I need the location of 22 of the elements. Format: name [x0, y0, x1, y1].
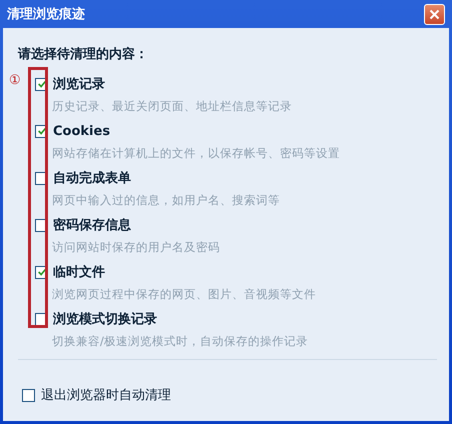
close-icon [429, 8, 440, 20]
close-button[interactable] [424, 4, 445, 24]
option-description: 浏览网页过程中保存的网页、图片、音视频等文件 [52, 287, 316, 302]
option-label: 密码保存信息 [53, 216, 131, 234]
checkbox[interactable] [22, 388, 35, 402]
option-description: 网页中输入过的信息，如用户名、搜索词等 [52, 193, 280, 208]
checkmark-icon [36, 79, 46, 89]
annotation-number: ① [9, 73, 21, 88]
option-description: 切换兼容/极速浏览模式时，自动保存的操作记录 [52, 334, 308, 349]
option-description: 访问网站时保存的用户名及密码 [52, 240, 220, 255]
option-label: Cookies [53, 124, 110, 138]
checkmark-icon [36, 126, 46, 136]
option-label: 浏览记录 [53, 76, 105, 93]
option-label: 临时文件 [53, 264, 105, 281]
section-heading: 请选择待清理的内容： [18, 46, 149, 64]
option-description: 历史记录、最近关闭页面、地址栏信息等记录 [52, 99, 292, 114]
checkmark-icon [36, 267, 46, 277]
checkbox-label: 退出浏览器时自动清理 [41, 387, 171, 404]
window-title: 清理浏览痕迹 [7, 6, 85, 23]
option-description: 网站存储在计算机上的文件，以保存帐号、密码等设置 [52, 146, 340, 161]
option-label: 自动完成表单 [53, 170, 131, 187]
option-label: 浏览模式切换记录 [53, 310, 157, 328]
